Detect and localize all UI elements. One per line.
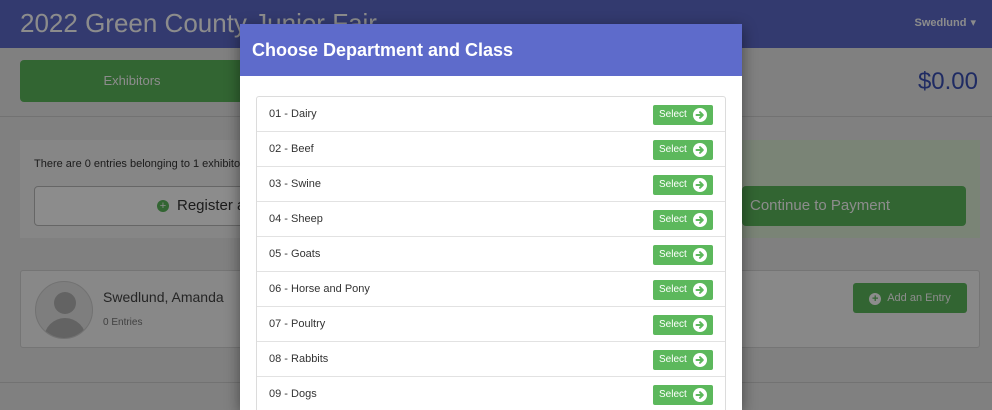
- modal-body: 01 - Dairy Select 02 - Beef Select 03 - Swin…: [240, 76, 742, 410]
- select-department-button[interactable]: Select: [653, 175, 713, 195]
- department-row: 03 - Swine Select: [257, 167, 725, 202]
- circle-arrow-right-icon: [693, 178, 707, 192]
- select-button-label: Select: [659, 354, 687, 365]
- circle-arrow-right-icon: [693, 213, 707, 227]
- select-department-button[interactable]: Select: [653, 210, 713, 230]
- select-button-label: Select: [659, 144, 687, 155]
- circle-arrow-right-icon: [693, 248, 707, 262]
- select-button-label: Select: [659, 319, 687, 330]
- department-row: 01 - Dairy Select: [257, 97, 725, 132]
- select-button-label: Select: [659, 179, 687, 190]
- department-row: 07 - Poultry Select: [257, 307, 725, 342]
- select-department-button[interactable]: Select: [653, 105, 713, 125]
- circle-arrow-right-icon: [693, 353, 707, 367]
- department-row: 09 - Dogs Select: [257, 377, 725, 410]
- select-department-button[interactable]: Select: [653, 140, 713, 160]
- select-button-label: Select: [659, 249, 687, 260]
- department-name: 06 - Horse and Pony: [269, 283, 370, 295]
- department-name: 08 - Rabbits: [269, 353, 329, 365]
- circle-arrow-right-icon: [693, 108, 707, 122]
- select-button-label: Select: [659, 284, 687, 295]
- select-department-button[interactable]: Select: [653, 245, 713, 265]
- department-row: 02 - Beef Select: [257, 132, 725, 167]
- select-button-label: Select: [659, 214, 687, 225]
- modal-header: Choose Department and Class: [240, 24, 742, 76]
- department-row: 05 - Goats Select: [257, 237, 725, 272]
- circle-arrow-right-icon: [693, 388, 707, 402]
- circle-arrow-right-icon: [693, 283, 707, 297]
- department-name: 01 - Dairy: [269, 108, 317, 120]
- select-department-button[interactable]: Select: [653, 385, 713, 405]
- department-name: 04 - Sheep: [269, 213, 323, 225]
- select-department-button[interactable]: Select: [653, 350, 713, 370]
- department-name: 05 - Goats: [269, 248, 321, 260]
- department-name: 03 - Swine: [269, 178, 321, 190]
- department-row: 08 - Rabbits Select: [257, 342, 725, 377]
- department-name: 02 - Beef: [269, 143, 314, 155]
- modal-title: Choose Department and Class: [252, 40, 514, 60]
- circle-arrow-right-icon: [693, 143, 707, 157]
- select-button-label: Select: [659, 389, 687, 400]
- department-list: 01 - Dairy Select 02 - Beef Select 03 - Swin…: [256, 96, 726, 410]
- select-department-button[interactable]: Select: [653, 280, 713, 300]
- select-department-button[interactable]: Select: [653, 315, 713, 335]
- department-modal: Choose Department and Class 01 - Dairy Se…: [240, 24, 742, 410]
- circle-arrow-right-icon: [693, 318, 707, 332]
- department-name: 09 - Dogs: [269, 388, 317, 400]
- department-row: 04 - Sheep Select: [257, 202, 725, 237]
- department-name: 07 - Poultry: [269, 318, 326, 330]
- select-button-label: Select: [659, 109, 687, 120]
- department-row: 06 - Horse and Pony Select: [257, 272, 725, 307]
